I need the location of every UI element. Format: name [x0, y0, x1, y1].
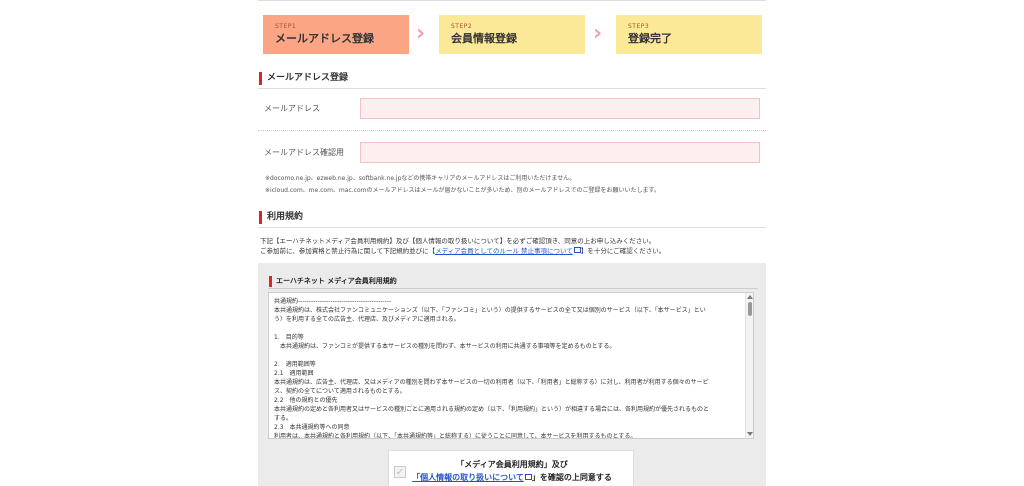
top-divider — [258, 0, 766, 1]
terms-textarea[interactable]: 共通規約------------------------------------… — [268, 292, 754, 439]
terms-line: する。 — [274, 415, 293, 422]
terms-line: 2.3 本共通規約等への同意 — [274, 424, 350, 431]
agree-label-line2: 「個人情報の取り扱いについて 」を確認の上同意する — [389, 473, 635, 483]
chevron-right-icon: › — [593, 21, 603, 46]
email-row: メールアドレス — [258, 87, 766, 131]
terms-line — [274, 324, 742, 333]
email-confirm-label: メールアドレス確認用 — [264, 148, 344, 157]
section-marker — [269, 276, 272, 287]
scroll-thumb[interactable] — [748, 302, 752, 316]
terms-content: 共通規約------------------------------------… — [274, 297, 742, 439]
terms-line: 2. 適用範囲等 — [274, 361, 316, 368]
section-marker — [259, 211, 262, 224]
terms-intro-line1: 下記【エーハチネットメディア会員利用規約】及び【個人情報の取り扱いについて】を必… — [260, 237, 656, 245]
step-label: メールアドレス登録 — [275, 32, 374, 45]
agree-text: 」を確認の上同意する — [531, 473, 612, 482]
terms-line: 本共通規約は、ファンコミが提供する本サービスの種別を問わず、本サービスの利用に共… — [274, 343, 616, 350]
carrier-note: ※docomo.ne.jp、ezweb.ne.jp、softbank.ne.jp… — [265, 175, 576, 182]
terms-panel-title: エーハチネット メディア会員利用規約 — [276, 277, 397, 285]
terms-line: 利用者は、本共通規約と各利用規約（以下、「本共通規約等」と総称する）に従うことに… — [274, 433, 637, 439]
step-number: STEP1 — [275, 23, 297, 30]
registration-container: STEP1 メールアドレス登録 › STEP2 会員情報登録 › STEP3 登… — [258, 0, 766, 486]
chevron-right-icon: › — [416, 21, 426, 46]
email-label: メールアドレス — [264, 104, 320, 113]
terms-line: う）を利用する全ての広告主、代理店、及びメディアに適用される。 — [274, 316, 460, 323]
terms-line: ス、契約の全てについて適用されるものとする。 — [274, 388, 406, 395]
terms-line: 2.2 他の規約との優先 — [274, 397, 338, 404]
terms-line — [274, 351, 742, 360]
terms-line: 本共通規約は、株式会社ファンコミュニケーションズ（以下、「ファンコミ」という）の… — [274, 307, 706, 314]
email-confirm-row: メールアドレス確認用 — [258, 131, 766, 175]
section-title: メールアドレス登録 — [267, 73, 349, 83]
section-marker — [259, 72, 262, 85]
email-input[interactable] — [360, 98, 760, 119]
external-link-icon — [524, 473, 532, 480]
scroll-down-arrow-icon[interactable] — [747, 432, 753, 436]
section-title: 利用規約 — [267, 212, 304, 222]
step-1-current: STEP1 メールアドレス登録 — [263, 15, 409, 54]
email-confirm-input[interactable] — [360, 142, 760, 163]
terms-line: 1. 目的等 — [274, 334, 304, 341]
rules-link[interactable]: メディア会員としてのルール 禁止事項について — [435, 247, 573, 255]
external-link-icon — [573, 247, 581, 253]
scroll-up-arrow-icon[interactable] — [747, 295, 753, 299]
step-label: 登録完了 — [628, 32, 672, 45]
terms-section-header: 利用規約 — [258, 210, 766, 228]
icloud-note: ※icloud.com、me.com、mac.comのメールアドレスはメールが届… — [265, 187, 660, 194]
agree-label-line1: 「メディア会員利用規約」及び — [456, 460, 568, 469]
agree-box[interactable]: ✓ 「メディア会員利用規約」及び 「個人情報の取り扱いについて 」を確認の上同意す… — [388, 450, 634, 486]
intro-text: 】を十分にご確認ください。 — [580, 247, 666, 255]
intro-text: ご参加前に、参加資格と禁止行為に関して下記規約並びに【 — [260, 247, 436, 255]
step-number: STEP3 — [628, 23, 650, 30]
step-2: STEP2 会員情報登録 — [439, 15, 585, 54]
step-label: 会員情報登録 — [451, 32, 517, 45]
terms-panel-header: エーハチネット メディア会員利用規約 — [268, 275, 758, 289]
terms-line: 本共通規約は、広告主、代理店、又はメディアの種別を問わず本サービスの一切の利用者… — [274, 379, 709, 386]
step-number: STEP2 — [451, 23, 473, 30]
step-3: STEP3 登録完了 — [616, 15, 762, 54]
scrollbar[interactable] — [745, 293, 753, 438]
terms-line: 共通規約------------------------------------… — [274, 298, 392, 305]
terms-intro-line2: ご参加前に、参加資格と禁止行為に関して下記規約並びに【メディア会員としてのルール… — [260, 247, 665, 256]
terms-panel: エーハチネット メディア会員利用規約 共通規約-----------------… — [258, 263, 766, 486]
terms-line: 2.1 適用範囲 — [274, 370, 314, 377]
privacy-link[interactable]: 「個人情報の取り扱いについて — [412, 473, 524, 482]
terms-line: 本共通規約の定めと各利用者又はサービスの種別ごとに適用される規約の定め（以下、「… — [274, 406, 710, 413]
